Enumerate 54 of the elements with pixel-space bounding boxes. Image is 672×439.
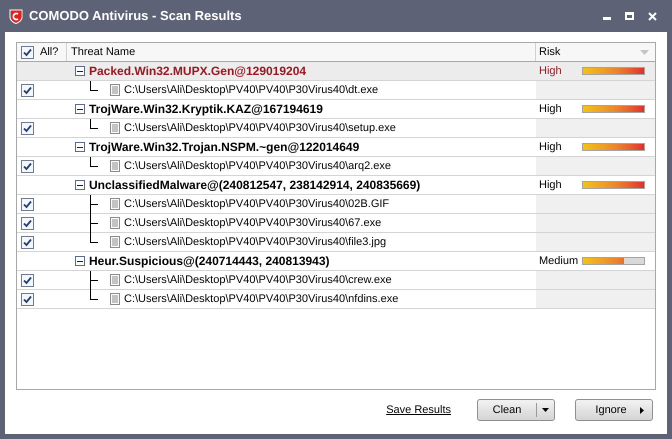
- checkbox[interactable]: [21, 198, 34, 210]
- file-icon: [110, 122, 120, 134]
- threat-row[interactable]: Packed.Win32.MUPX.Gen@129019204 High: [17, 62, 655, 81]
- column-header[interactable]: Risk: [539, 44, 560, 60]
- column-header[interactable]: Threat Name: [71, 44, 136, 60]
- window-title: COMODO Antivirus - Scan Results: [29, 7, 243, 26]
- collapse-icon[interactable]: [75, 180, 85, 190]
- threat-name: TrojWare.Win32.Trojan.NSPM.~gen@122014649: [89, 139, 360, 156]
- minimize-icon[interactable]: [603, 16, 611, 20]
- arrow-right-icon: [640, 406, 644, 414]
- file-path: C:\Users\Ali\Desktop\PV40\PV40\P30Virus40\nfdins.exe: [124, 292, 398, 307]
- checkbox[interactable]: [21, 216, 34, 230]
- file-path: C:\Users\Ali\Desktop\PV40\PV40\P30Virus40\file3.jpg: [124, 234, 386, 250]
- save-results-link[interactable]: Save Results: [386, 402, 451, 418]
- action-button[interactable]: Ignore: [575, 399, 653, 421]
- close-icon[interactable]: [648, 12, 657, 20]
- shield-logo-icon: [9, 8, 23, 24]
- threat-name: UnclassifiedMalware@(240812547, 238142914, 240835669): [89, 177, 420, 194]
- file-icon: [110, 293, 120, 305]
- file-icon: [110, 217, 120, 229]
- risk-label: High: [539, 178, 562, 193]
- threat-name: Packed.Win32.MUPX.Gen@129019204: [89, 63, 306, 80]
- file-path: C:\Users\Ali\Desktop\PV40\PV40\P30Virus40\setup.exe: [124, 120, 396, 136]
- risk-label: High: [539, 102, 562, 117]
- collapse-icon[interactable]: [75, 66, 85, 76]
- checkbox[interactable]: [21, 236, 34, 248]
- file-icon: [110, 274, 120, 286]
- risk-label: High: [539, 64, 562, 79]
- collapse-icon[interactable]: [75, 142, 85, 152]
- collapse-icon[interactable]: [75, 256, 85, 266]
- file-icon: [110, 198, 120, 210]
- file-path: C:\Users\Ali\Desktop\PV40\PV40\P30Virus40\dt.exe: [124, 82, 378, 98]
- threat-name: TrojWare.Win32.Kryptik.KAZ@167194619: [89, 101, 323, 118]
- file-path: C:\Users\Ali\Desktop\PV40\PV40\P30Virus40\arq2.exe: [124, 158, 391, 174]
- file-path: C:\Users\Ali\Desktop\PV40\PV40\P30Virus40\crew.exe: [124, 272, 392, 288]
- caret-icon[interactable]: [542, 408, 549, 412]
- file-path: C:\Users\Ali\Desktop\PV40\PV40\P30Virus40\67.exe: [124, 216, 382, 231]
- risk-label: High: [539, 140, 562, 155]
- file-path: C:\Users\Ali\Desktop\PV40\PV40\P30Virus40\02B.GIF: [124, 196, 390, 212]
- file-icon: [110, 160, 120, 172]
- checkbox[interactable]: [21, 274, 34, 286]
- checkbox[interactable]: [21, 46, 34, 58]
- checkbox[interactable]: [21, 292, 34, 306]
- file-icon: [110, 84, 120, 96]
- maximize-icon[interactable]: [625, 12, 634, 20]
- split-button[interactable]: Clean: [477, 399, 555, 421]
- file-icon: [110, 236, 120, 248]
- threat-name: Heur.Suspicious@(240714443, 240813943): [89, 253, 330, 270]
- collapse-icon[interactable]: [75, 104, 85, 114]
- checkbox[interactable]: [21, 84, 34, 96]
- checkbox[interactable]: [21, 122, 34, 134]
- select-all-label: All?: [40, 44, 58, 60]
- checkbox[interactable]: [21, 160, 34, 172]
- risk-label: Medium: [539, 254, 578, 269]
